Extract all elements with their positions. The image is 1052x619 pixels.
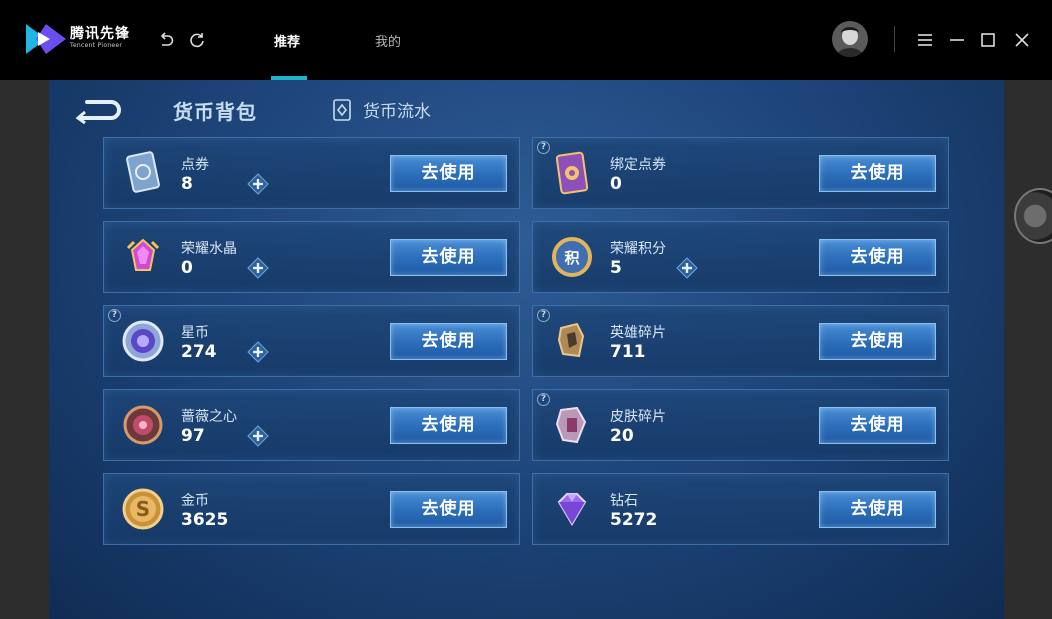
currency-card: 积 荣耀积分 5 去使用: [532, 221, 949, 293]
use-button[interactable]: 去使用: [390, 239, 507, 276]
currency-value: 97: [181, 426, 205, 446]
back-arrow-icon[interactable]: [73, 96, 123, 124]
brand: 腾讯先锋 Tencent Pioneer: [70, 26, 130, 50]
voucher-card-icon: [126, 151, 160, 193]
use-button[interactable]: 去使用: [390, 155, 507, 192]
use-button[interactable]: 去使用: [390, 407, 507, 444]
add-currency-icon[interactable]: [247, 173, 269, 195]
currency-card: 荣耀水晶 0 去使用: [103, 221, 520, 293]
maximize-icon[interactable]: [978, 30, 998, 50]
currency-value: 5: [610, 258, 622, 278]
currency-value: 0: [181, 258, 193, 278]
currency-card: 点券 8 去使用: [103, 137, 520, 209]
currency-card: ? 绑定点券 0 去使用: [532, 137, 949, 209]
ledger-card-icon: [333, 98, 351, 121]
hero-fragment-icon: [557, 322, 585, 358]
currency-card: 蔷薇之心 97 去使用: [103, 389, 520, 461]
currency-name: 星币: [181, 325, 209, 341]
currency-value: 274: [181, 342, 217, 362]
currency-flow-label: 货币流水: [363, 102, 431, 122]
currency-name: 皮肤碎片: [610, 409, 666, 425]
currency-value: 3625: [181, 510, 229, 530]
skin-fragment-icon: [555, 406, 587, 444]
svg-text:积: 积: [564, 249, 579, 267]
left-gutter: [0, 80, 49, 619]
gold-coin-icon: S: [122, 488, 164, 530]
currency-name: 点券: [181, 157, 209, 173]
close-icon[interactable]: [1012, 30, 1032, 50]
currency-name: 英雄碎片: [610, 325, 666, 341]
refresh-icon[interactable]: [187, 30, 207, 50]
currency-card: ? 英雄碎片 711 去使用: [532, 305, 949, 377]
use-button[interactable]: 去使用: [819, 323, 936, 360]
use-button[interactable]: 去使用: [819, 239, 936, 276]
currency-value: 8: [181, 174, 193, 194]
use-button[interactable]: 去使用: [819, 491, 936, 528]
use-button[interactable]: 去使用: [390, 491, 507, 528]
right-gutter: [1004, 80, 1052, 619]
glory-crystal-icon: [126, 238, 160, 271]
brand-subtitle: Tencent Pioneer: [70, 42, 123, 49]
title-bar: 腾讯先锋 Tencent Pioneer 推荐 我的: [0, 0, 1052, 80]
currency-name: 金币: [181, 493, 209, 509]
svg-text:S: S: [136, 497, 150, 521]
user-avatar[interactable]: [832, 21, 868, 57]
use-button[interactable]: 去使用: [819, 407, 936, 444]
menu-icon[interactable]: [915, 30, 935, 50]
glory-points-icon: 积: [552, 237, 592, 277]
add-currency-icon[interactable]: [676, 257, 698, 279]
currency-name: 绑定点券: [610, 157, 666, 173]
currency-value: 5272: [610, 510, 658, 530]
currency-card: 钻石 5272 去使用: [532, 473, 949, 545]
currency-value: 711: [610, 342, 646, 362]
brand-name: 腾讯先锋: [70, 26, 130, 42]
currency-name: 蔷薇之心: [181, 409, 237, 425]
use-button[interactable]: 去使用: [390, 323, 507, 360]
currency-bag-panel: 货币背包 货币流水 点券 8 去使用? 绑定点券 0 去使用 荣耀水晶 0 去使用积荣耀积分…: [49, 80, 1004, 619]
currency-card: ? 皮肤碎片 20 去使用: [532, 389, 949, 461]
minimize-icon[interactable]: [947, 30, 967, 50]
add-currency-icon[interactable]: [247, 341, 269, 363]
app-window: 腾讯先锋 Tencent Pioneer 推荐 我的 货币背包 货币流水 点券 …: [0, 0, 1052, 619]
star-coin-icon: [122, 320, 164, 362]
add-currency-icon[interactable]: [247, 425, 269, 447]
currency-value: 20: [610, 426, 634, 446]
titlebar-divider: [894, 26, 895, 52]
currency-name: 荣耀积分: [610, 241, 666, 257]
tab-recommend[interactable]: 推荐: [274, 31, 300, 50]
diamond-icon: [557, 493, 587, 526]
currency-card: ? 星币 274 去使用: [103, 305, 520, 377]
rose-heart-icon: [123, 405, 163, 445]
bound-voucher-card-icon: [555, 151, 589, 195]
currency-value: 0: [610, 174, 622, 194]
undo-icon[interactable]: [156, 30, 176, 50]
currency-card: S 金币 3625 去使用: [103, 473, 520, 545]
use-button[interactable]: 去使用: [819, 155, 936, 192]
currency-flow-link[interactable]: 货币流水: [331, 97, 431, 122]
add-currency-icon[interactable]: [247, 257, 269, 279]
app-logo-icon: [26, 24, 66, 54]
currency-name: 钻石: [610, 493, 638, 509]
page-title: 货币背包: [173, 100, 257, 124]
tab-mine[interactable]: 我的: [375, 31, 401, 50]
currency-name: 荣耀水晶: [181, 241, 237, 257]
